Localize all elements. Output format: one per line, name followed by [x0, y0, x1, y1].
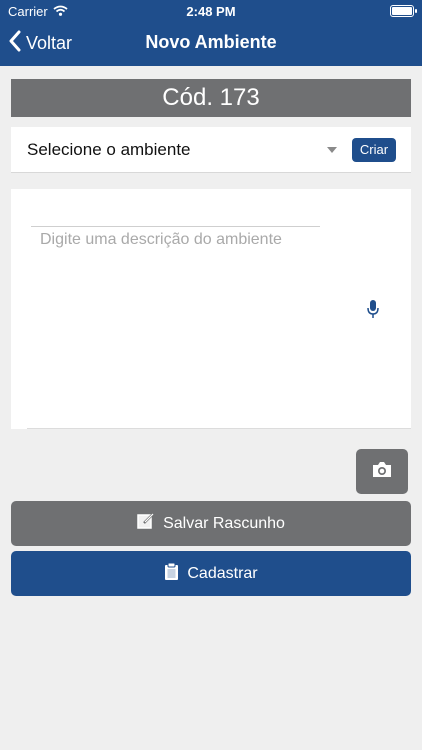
- page-title: Novo Ambiente: [145, 32, 277, 52]
- submit-button[interactable]: Cadastrar: [11, 551, 411, 596]
- save-draft-button[interactable]: Salvar Rascunho: [11, 501, 411, 546]
- save-draft-label: Salvar Rascunho: [163, 514, 285, 532]
- camera-icon: [371, 461, 393, 483]
- description-field[interactable]: Digite uma descrição do ambiente: [11, 189, 411, 429]
- description-bottom-border: [27, 428, 411, 429]
- environment-code-header: Cód. 173: [11, 79, 411, 117]
- environment-select[interactable]: Selecione o ambiente Criar: [11, 127, 411, 173]
- clipboard-icon: [164, 562, 179, 586]
- submit-label: Cadastrar: [187, 564, 258, 582]
- dropdown-caret-icon[interactable]: [327, 147, 337, 153]
- navigation-bar: Voltar Novo Ambiente: [0, 22, 422, 66]
- top-bar: Carrier 2:48 PM Voltar Novo Ambiente: [0, 0, 422, 66]
- microphone-icon[interactable]: [366, 299, 380, 319]
- edit-icon: [137, 512, 155, 535]
- battery-icon: [390, 5, 417, 17]
- status-time: 2:48 PM: [186, 4, 236, 19]
- description-divider: [31, 226, 320, 227]
- environment-select-value[interactable]: Selecione o ambiente: [27, 140, 191, 160]
- camera-button[interactable]: [356, 449, 408, 494]
- create-environment-button[interactable]: Criar: [352, 138, 396, 162]
- description-placeholder[interactable]: Digite uma descrição do ambiente: [40, 231, 282, 249]
- status-bar: Carrier 2:48 PM: [0, 0, 422, 22]
